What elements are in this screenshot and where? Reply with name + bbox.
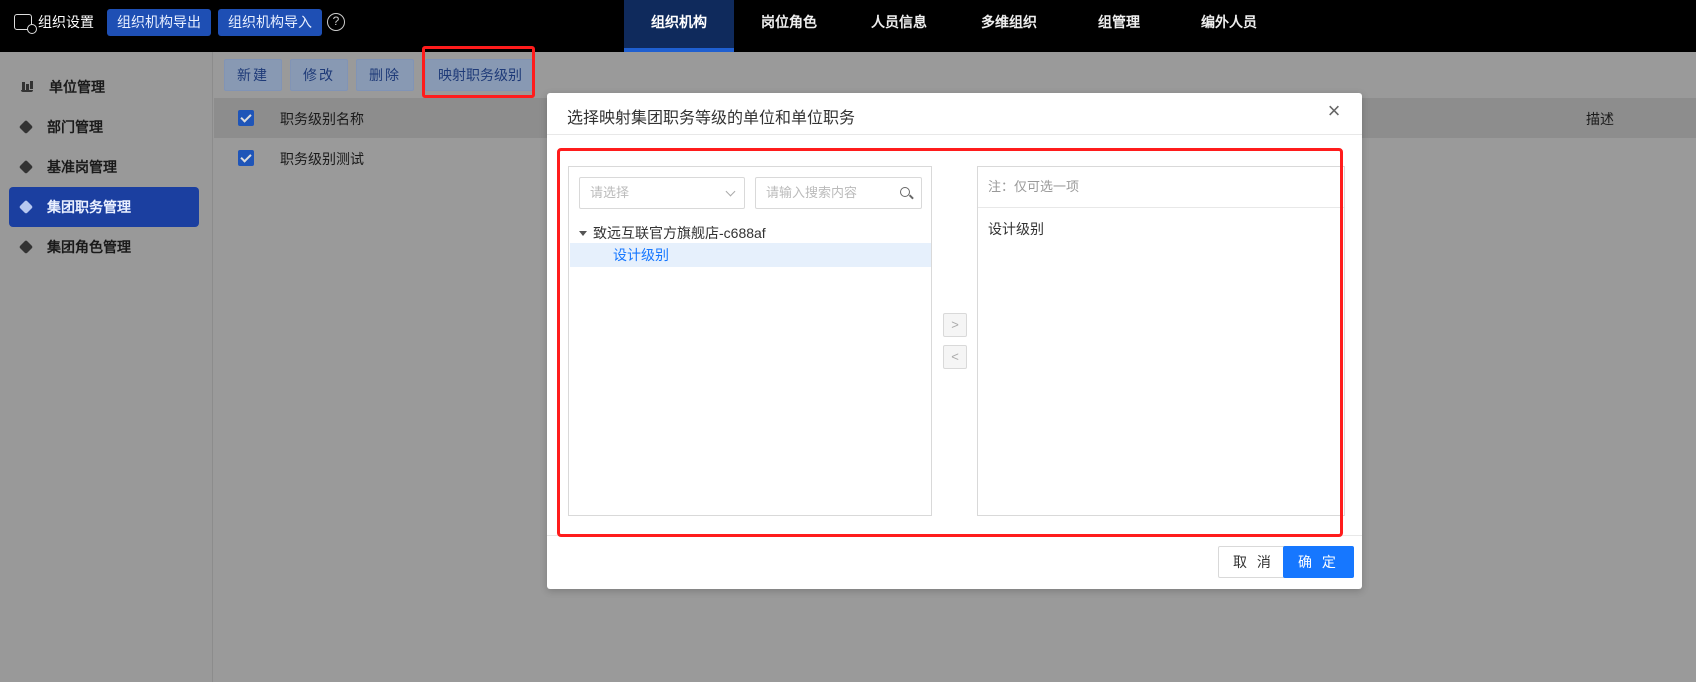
org-export-button[interactable]: 组织机构导出 bbox=[107, 9, 211, 36]
dialog-footer: 取 消 确 定 bbox=[547, 535, 1362, 589]
tab-multi-org[interactable]: 多维组织 bbox=[954, 0, 1064, 52]
sidebar-item-department[interactable]: 部门管理 bbox=[9, 107, 199, 147]
confirm-button[interactable]: 确 定 bbox=[1283, 546, 1354, 578]
database-settings-icon bbox=[14, 14, 37, 34]
annotation-highlight-dialog bbox=[557, 148, 1343, 537]
annotation-highlight-toolbar bbox=[422, 46, 535, 98]
new-button[interactable]: 新建 bbox=[224, 59, 282, 91]
dialog-title: 选择映射集团职务等级的单位和单位职务 bbox=[567, 110, 856, 127]
sidebar-item-base-post[interactable]: 基准岗管理 bbox=[9, 147, 199, 187]
help-icon[interactable]: ? bbox=[327, 13, 345, 31]
dialog-header: 选择映射集团职务等级的单位和单位职务 × bbox=[547, 93, 1362, 135]
sidebar: 单位管理 部门管理 基准岗管理 集团职务管理 集团角色管理 bbox=[0, 52, 213, 682]
select-all-checkbox[interactable] bbox=[238, 110, 254, 126]
edit-button[interactable]: 修改 bbox=[290, 59, 348, 91]
sidebar-item-label: 单位管理 bbox=[49, 79, 105, 95]
column-header-description: 描述 bbox=[1586, 111, 1614, 127]
tab-external-staff[interactable]: 编外人员 bbox=[1174, 0, 1284, 52]
cube-icon bbox=[18, 159, 34, 175]
sidebar-item-label: 集团职务管理 bbox=[47, 199, 131, 215]
cube-icon bbox=[18, 119, 34, 135]
sidebar-item-group-role[interactable]: 集团角色管理 bbox=[9, 227, 199, 267]
cube-icon bbox=[18, 239, 34, 255]
column-header-name: 职务级别名称 bbox=[280, 111, 364, 127]
row-name-cell: 职务级别测试 bbox=[280, 151, 364, 167]
sidebar-item-group-duty[interactable]: 集团职务管理 bbox=[9, 187, 199, 227]
top-bar: 组织设置 组织机构导出 组织机构导入 ? 组织机构 岗位角色 人员信息 多维组织… bbox=[0, 0, 1696, 52]
tab-group-mgmt[interactable]: 组管理 bbox=[1064, 0, 1174, 52]
tab-personnel[interactable]: 人员信息 bbox=[844, 0, 954, 52]
sidebar-item-unit[interactable]: 单位管理 bbox=[9, 67, 199, 107]
sidebar-item-label: 部门管理 bbox=[47, 119, 103, 135]
main-nav: 组织机构 岗位角色 人员信息 多维组织 组管理 编外人员 bbox=[624, 0, 1284, 52]
cube-icon bbox=[18, 199, 34, 215]
cancel-button[interactable]: 取 消 bbox=[1218, 546, 1289, 578]
close-icon[interactable]: × bbox=[1324, 100, 1344, 122]
org-import-button[interactable]: 组织机构导入 bbox=[218, 9, 322, 36]
building-icon bbox=[21, 82, 33, 92]
sidebar-item-label: 基准岗管理 bbox=[47, 159, 117, 175]
delete-button[interactable]: 删除 bbox=[356, 59, 414, 91]
brand: 组织设置 bbox=[14, 0, 94, 44]
row-checkbox[interactable] bbox=[238, 150, 254, 166]
tab-org-structure[interactable]: 组织机构 bbox=[624, 0, 734, 52]
sidebar-item-label: 集团角色管理 bbox=[47, 239, 131, 255]
tab-post-roles[interactable]: 岗位角色 bbox=[734, 0, 844, 52]
brand-title: 组织设置 bbox=[38, 14, 94, 30]
